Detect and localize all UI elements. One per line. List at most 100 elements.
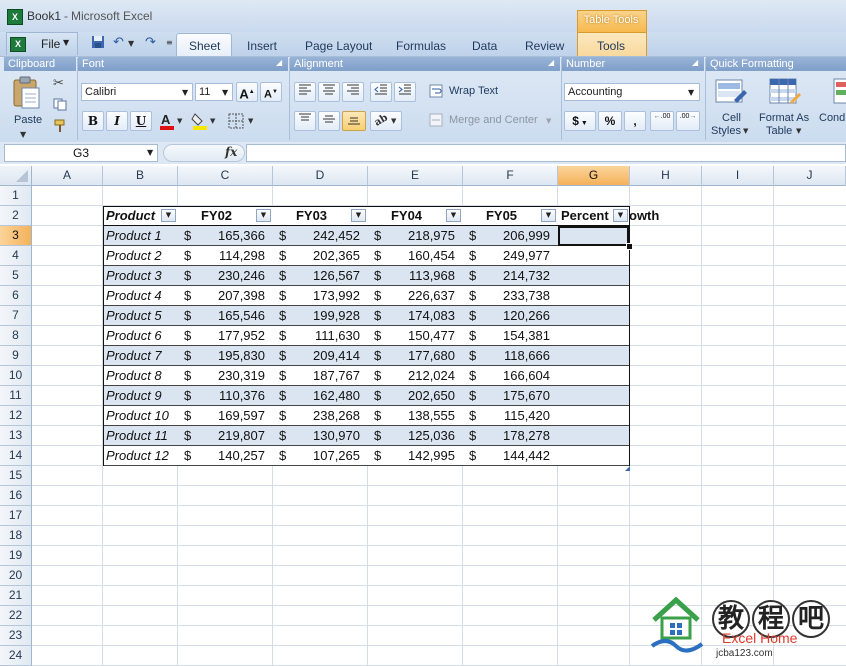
column-header-d[interactable]: D	[273, 166, 368, 186]
row-header-1[interactable]: 1	[0, 186, 32, 206]
formula-input[interactable]	[246, 144, 846, 162]
row-header-3[interactable]: 3	[0, 226, 32, 246]
align-center-icon[interactable]	[318, 82, 340, 102]
currency-button[interactable]: $ ▼	[564, 111, 596, 131]
value-cell[interactable]: 212,024	[368, 366, 463, 386]
orientation-icon[interactable]: ab ▼	[370, 111, 402, 131]
select-all-corner[interactable]	[0, 166, 32, 186]
filter-dropdown-icon[interactable]: ▼	[161, 209, 176, 222]
fill-color-icon[interactable]: ▼	[191, 111, 221, 131]
column-header-b[interactable]: B	[103, 166, 178, 186]
value-cell[interactable]: 160,454	[368, 246, 463, 266]
row-header-23[interactable]: 23	[0, 626, 32, 646]
row-header-17[interactable]: 17	[0, 506, 32, 526]
value-cell[interactable]: 162,480	[273, 386, 368, 406]
increase-indent-icon[interactable]	[394, 82, 416, 102]
value-cell[interactable]: 195,830	[178, 346, 273, 366]
value-cell[interactable]: 230,246	[178, 266, 273, 286]
filter-dropdown-icon[interactable]: ▼	[446, 209, 461, 222]
value-cell[interactable]: 199,928	[273, 306, 368, 326]
borders-icon[interactable]: ▼	[226, 111, 260, 131]
product-cell[interactable]: Product 2	[103, 246, 178, 266]
fill-handle[interactable]	[626, 243, 633, 250]
value-cell[interactable]: 120,266	[463, 306, 558, 326]
value-cell[interactable]: 111,630	[273, 326, 368, 346]
paste-dropdown-icon[interactable]: ▼	[20, 130, 26, 139]
value-cell[interactable]: 178,278	[463, 426, 558, 446]
chevron-down-icon[interactable]: ▼	[222, 88, 228, 97]
value-cell[interactable]: 242,452	[273, 226, 368, 246]
value-cell[interactable]: 219,807	[178, 426, 273, 446]
percent-growth-cell[interactable]	[558, 306, 630, 326]
decrease-indent-icon[interactable]	[370, 82, 392, 102]
tab-review[interactable]: Review	[525, 39, 564, 53]
tab-page-layout[interactable]: Page Layout	[305, 39, 372, 53]
align-left-icon[interactable]	[294, 82, 316, 102]
value-cell[interactable]: 144,442	[463, 446, 558, 466]
row-header-4[interactable]: 4	[0, 246, 32, 266]
row-header-11[interactable]: 11	[0, 386, 32, 406]
tab-sheet-label[interactable]: Sheet	[189, 39, 220, 53]
cell-styles-label-1[interactable]: Cell	[722, 112, 741, 124]
row-header-7[interactable]: 7	[0, 306, 32, 326]
value-cell[interactable]: 138,555	[368, 406, 463, 426]
grow-font-button[interactable]: A▲	[236, 82, 258, 102]
row-header-22[interactable]: 22	[0, 606, 32, 626]
value-cell[interactable]: 165,366	[178, 226, 273, 246]
product-cell[interactable]: Product 5	[103, 306, 178, 326]
value-cell[interactable]: 166,604	[463, 366, 558, 386]
product-cell[interactable]: Product 7	[103, 346, 178, 366]
column-header-f[interactable]: F	[463, 166, 558, 186]
tab-formulas[interactable]: Formulas	[396, 39, 446, 53]
value-cell[interactable]: 207,398	[178, 286, 273, 306]
value-cell[interactable]: 177,680	[368, 346, 463, 366]
percent-growth-cell[interactable]	[558, 426, 630, 446]
cell-styles-label-2[interactable]: Styles	[711, 125, 741, 137]
copy-icon[interactable]	[53, 98, 67, 111]
row-header-10[interactable]: 10	[0, 366, 32, 386]
row-header-16[interactable]: 16	[0, 486, 32, 506]
column-header-e[interactable]: E	[368, 166, 463, 186]
percent-growth-cell[interactable]	[558, 406, 630, 426]
excel-app-icon[interactable]: X	[7, 9, 23, 25]
row-header-14[interactable]: 14	[0, 446, 32, 466]
product-cell[interactable]: Product 4	[103, 286, 178, 306]
middle-align-icon[interactable]	[318, 111, 340, 131]
format-as-table-icon[interactable]	[768, 76, 802, 110]
shrink-font-button[interactable]: A▼	[260, 82, 282, 102]
tab-data[interactable]: Data	[472, 39, 497, 53]
value-cell[interactable]: 113,968	[368, 266, 463, 286]
cut-icon[interactable]: ✂	[53, 76, 64, 91]
value-cell[interactable]: 187,767	[273, 366, 368, 386]
column-header-h[interactable]: H	[630, 166, 702, 186]
column-header-j[interactable]: J	[774, 166, 846, 186]
paste-button-label[interactable]: Paste	[14, 114, 42, 126]
value-cell[interactable]: 165,546	[178, 306, 273, 326]
italic-button[interactable]: I	[106, 111, 128, 131]
value-cell[interactable]: 233,738	[463, 286, 558, 306]
value-cell[interactable]: 174,083	[368, 306, 463, 326]
product-cell[interactable]: Product 6	[103, 326, 178, 346]
save-icon[interactable]	[91, 35, 105, 51]
value-cell[interactable]: 118,666	[463, 346, 558, 366]
insert-function-icon[interactable]: fx	[225, 145, 237, 159]
value-cell[interactable]: 177,952	[178, 326, 273, 346]
row-header-2[interactable]: 2	[0, 206, 32, 226]
value-cell[interactable]: 238,268	[273, 406, 368, 426]
value-cell[interactable]: 125,036	[368, 426, 463, 446]
undo-icon[interactable]: ↶	[113, 35, 124, 51]
percent-growth-cell[interactable]	[558, 366, 630, 386]
product-cell[interactable]: Product 12	[103, 446, 178, 466]
value-cell[interactable]: 115,420	[463, 406, 558, 426]
top-align-icon[interactable]	[294, 111, 316, 131]
wrap-text-button[interactable]: Wrap Text	[449, 85, 498, 97]
filter-dropdown-icon[interactable]: ▼	[613, 209, 628, 222]
row-header-19[interactable]: 19	[0, 546, 32, 566]
percent-growth-cell[interactable]	[558, 246, 630, 266]
row-header-5[interactable]: 5	[0, 266, 32, 286]
value-cell[interactable]: 202,650	[368, 386, 463, 406]
name-box[interactable]: G3	[4, 144, 158, 162]
product-cell[interactable]: Product 9	[103, 386, 178, 406]
format-painter-icon[interactable]	[53, 119, 67, 133]
font-name-combo[interactable]: Calibri	[81, 83, 193, 101]
